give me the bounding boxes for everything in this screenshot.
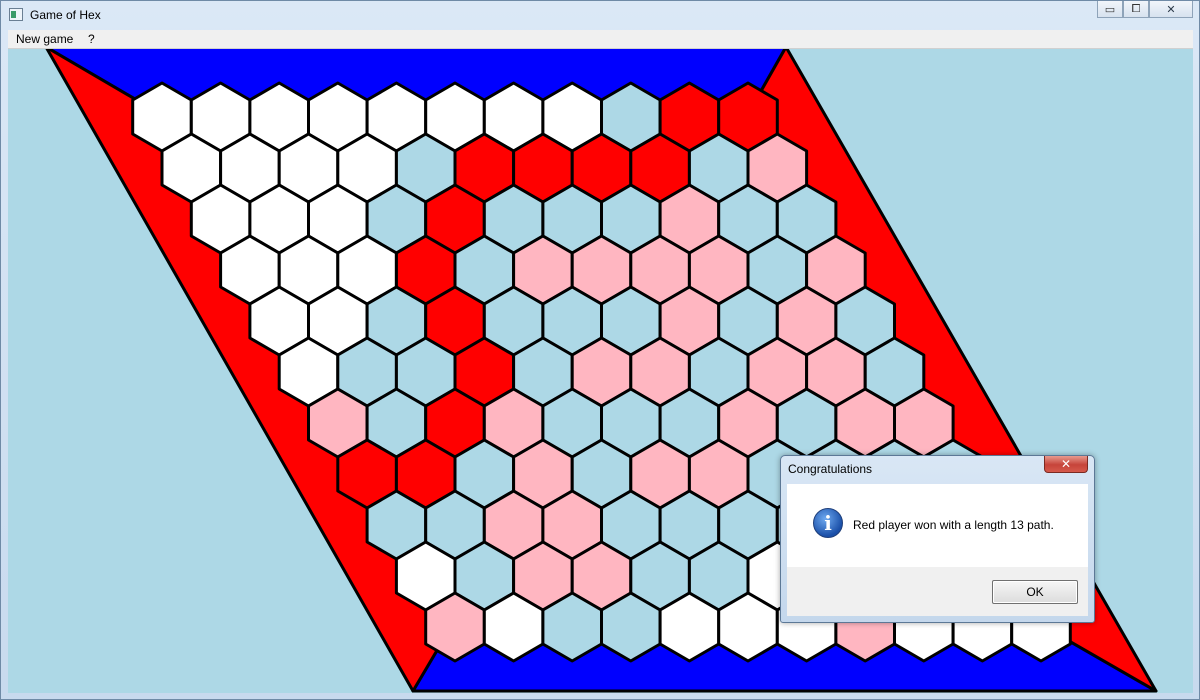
dialog-footer: OK xyxy=(787,567,1088,616)
hex-cell-empty-r10c1[interactable] xyxy=(482,591,545,663)
hex-cell-empty-r10c4[interactable] xyxy=(658,591,721,663)
hex-cell-blue-r10c3[interactable] xyxy=(600,591,662,663)
title-bar[interactable]: Game of Hex ▭ ⧠ ✕ xyxy=(1,1,1199,30)
minimize-button[interactable]: ▭ xyxy=(1097,1,1123,18)
window-title: Game of Hex xyxy=(30,8,101,22)
dialog-title: Congratulations xyxy=(788,462,873,476)
dialog-body: i Red player won with a length 13 path. xyxy=(787,484,1088,567)
ok-button[interactable]: OK xyxy=(992,580,1078,604)
menu-help[interactable]: ? xyxy=(88,32,95,46)
app-window-icon xyxy=(9,8,23,21)
maximize-button[interactable]: ⧠ xyxy=(1123,1,1149,18)
dialog-close-button[interactable]: ✕ xyxy=(1044,456,1088,473)
congratulations-dialog: Congratulations ✕ i Red player won with … xyxy=(780,455,1095,623)
information-icon: i xyxy=(813,508,843,538)
hex-cell-empty-r10c5[interactable] xyxy=(717,591,779,663)
close-window-button[interactable]: ✕ xyxy=(1149,1,1193,18)
caption-buttons: ▭ ⧠ ✕ xyxy=(1097,1,1193,19)
hex-cell-pink-r10c0[interactable] xyxy=(424,591,486,663)
dialog-message: Red player won with a length 13 path. xyxy=(853,518,1054,532)
hex-cell-blue-r10c2[interactable] xyxy=(541,591,603,663)
menu-new-game[interactable]: New game xyxy=(16,32,73,46)
menu-bar: New game ? xyxy=(8,30,1193,49)
